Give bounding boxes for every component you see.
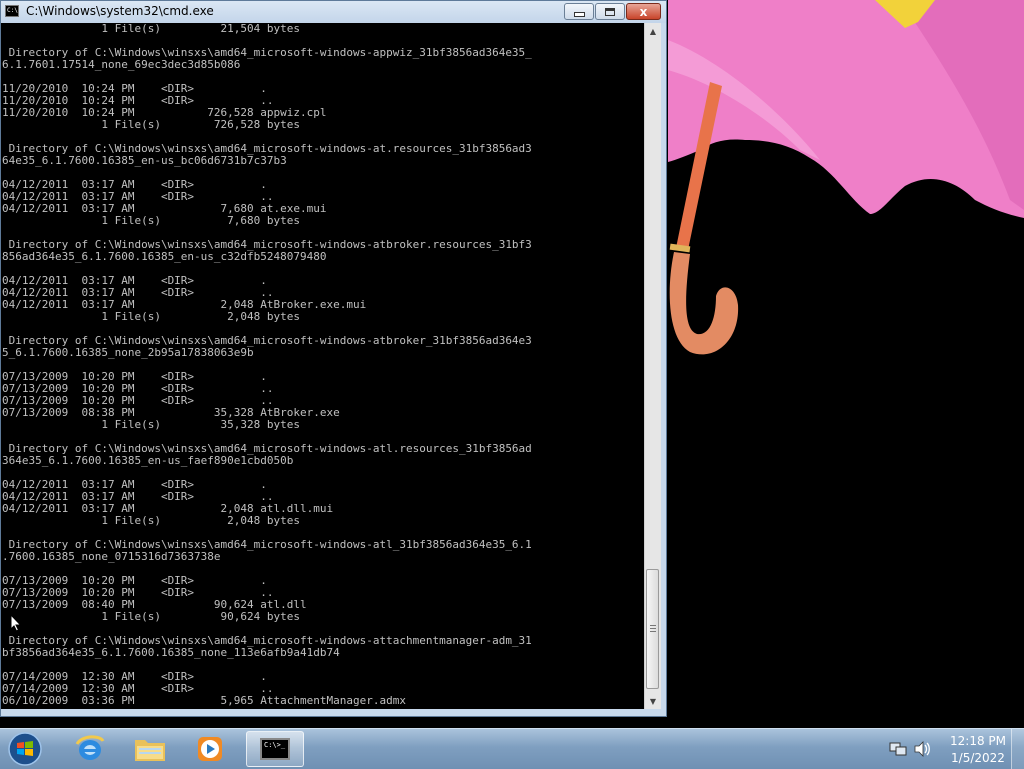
taskbar-windows-explorer[interactable] [122,731,178,767]
console-line: 1 File(s) 2,048 bytes [2,514,301,527]
console-line: 1 File(s) 726,528 bytes [2,118,301,131]
folder-icon [135,740,165,761]
scrollbar-grip [650,625,656,632]
umbrella-handle [669,252,739,355]
close-button[interactable]: x [626,3,661,20]
close-icon: x [639,4,648,19]
console-line: .7600.16385_none_0715316d7363738e [2,550,221,563]
console-line: 1 File(s) 2,048 bytes [2,310,301,323]
console-line: bf3856ad364e35_6.1.7600.16385_none_113e6… [2,646,340,659]
console-line: 856ad364e35_6.1.7600.16385_en-us_c32dfb5… [2,250,327,263]
network-icon[interactable] [889,741,907,757]
console-line: 6.1.7601.17514_none_69ec3dec3d85b086 [2,58,241,71]
command-prompt-icon[interactable]: C:\ [5,5,19,17]
command-prompt-window[interactable]: C:\ C:\Windows\system32\cmd.exe x 1 File… [0,0,667,717]
scrollbar-thumb[interactable] [646,569,659,689]
console-line: 1 File(s) 90,624 bytes [2,610,301,623]
console-line: 1 File(s) 7,680 bytes [2,214,301,227]
minimize-button[interactable] [564,3,594,20]
console-line: 364e35_6.1.7600.16385_en-us_faef890e1cbd… [2,454,294,467]
taskbar-command-prompt[interactable]: C:\>_ [246,731,304,767]
command-prompt-icon: C:\>_ [260,738,290,760]
console-lines: 1 File(s) 21,504 bytes Directory of C:\W… [1,23,644,707]
taskbar-internet-explorer[interactable] [62,731,118,767]
console-line: 5_6.1.7600.16385_none_2b95a17838063e9b [2,346,254,359]
start-button[interactable] [4,730,46,768]
clock-time[interactable]: 12:18 PM [943,734,1013,748]
console-output[interactable]: 1 File(s) 21,504 bytes Directory of C:\W… [1,23,644,709]
clock-date[interactable]: 1/5/2022 [943,751,1013,765]
volume-icon[interactable] [913,741,931,757]
minimize-icon [573,12,585,17]
show-desktop-button[interactable] [1011,729,1024,769]
system-tray: 12:18 PM 1/5/2022 [885,729,1024,769]
mouse-pointer-icon [10,614,22,632]
scroll-down-arrow-icon[interactable]: ▼ [645,693,661,709]
vertical-scrollbar[interactable]: ▲ ▼ [644,23,661,709]
scroll-up-arrow-icon[interactable]: ▲ [645,23,661,39]
taskbar-windows-media-player[interactable] [182,731,238,767]
console-line: 1 File(s) 35,328 bytes [2,418,301,431]
window-title: C:\Windows\system32\cmd.exe [26,4,214,18]
console-line: 64e35_6.1.7600.16385_en-us_bc06d6731b7c3… [2,154,287,167]
console-line: 06/10/2009 03:36 PM 5,965 AttachmentMana… [2,694,406,707]
maximize-button[interactable] [595,3,625,20]
taskbar: C:\>_ 12:18 PM 1/5/2022 [0,728,1024,769]
title-bar[interactable]: C:\ C:\Windows\system32\cmd.exe x [1,1,666,23]
internet-explorer-icon [75,735,105,760]
console-line: 1 File(s) 21,504 bytes [2,23,301,35]
maximize-icon [605,7,615,16]
media-player-icon [198,737,222,761]
